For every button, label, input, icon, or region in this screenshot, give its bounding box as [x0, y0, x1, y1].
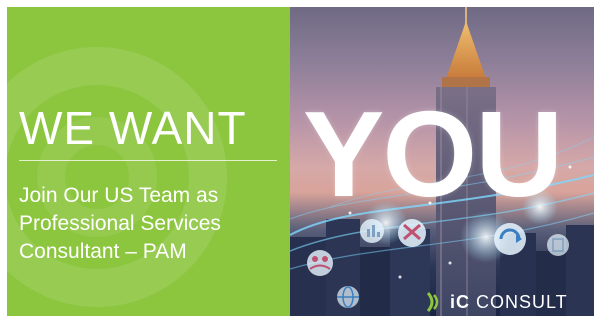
- subline-line-1: Join Our US Team as: [19, 184, 219, 207]
- subline-line-3: Consultant – PAM: [19, 240, 187, 263]
- document-icon: [547, 234, 569, 256]
- refresh-icon: [494, 223, 526, 255]
- tools-icon: [398, 219, 426, 247]
- globe-icon: [337, 286, 359, 308]
- headline: WE WANT: [19, 102, 247, 154]
- job-ad-banner: WE WANT Join Our US Team as Professional…: [0, 0, 601, 323]
- chart-icon: [360, 219, 384, 243]
- people-icon: [307, 250, 333, 276]
- logo-name: CONSULT: [470, 292, 568, 312]
- highlight-you: YOU: [303, 86, 563, 222]
- headline-divider: [19, 160, 277, 161]
- subline-line-2: Professional Services: [19, 212, 221, 235]
- banner-frame: WE WANT Join Our US Team as Professional…: [7, 7, 594, 316]
- logo-text: iC CONSULT: [450, 291, 568, 313]
- job-subline: Join Our US Team as Professional Service…: [19, 182, 221, 266]
- ic-consult-logo: iC CONSULT: [426, 290, 568, 314]
- green-text-panel: WE WANT Join Our US Team as Professional…: [7, 7, 290, 316]
- ic-consult-logo-icon: [426, 292, 439, 312]
- logo-prefix: iC: [450, 292, 470, 312]
